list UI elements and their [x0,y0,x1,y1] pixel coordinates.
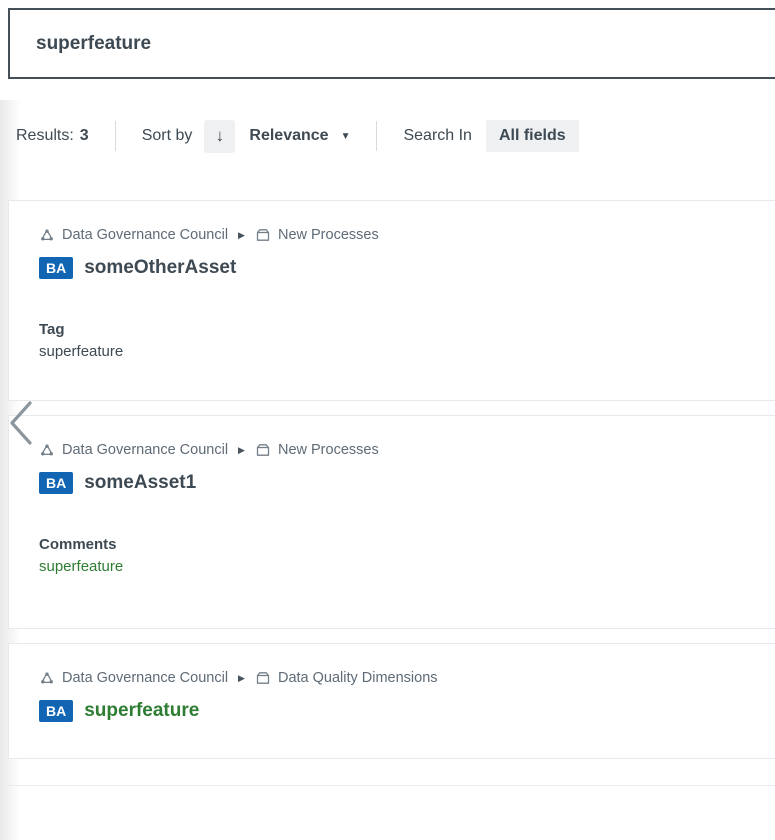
search-in-label: Search In [403,127,471,145]
sort-group: Sort by ↓ Relevance ▼ [142,120,351,153]
chevron-left-icon [6,400,36,446]
breadcrumb-arrow-icon: ▶ [238,445,245,456]
next-card-top-border [8,785,775,786]
result-card: Data Governance Council ▶ Data Quality D… [8,643,775,759]
breadcrumb-community[interactable]: Data Governance Council [62,442,228,458]
breadcrumb-domain[interactable]: Data Quality Dimensions [278,670,438,686]
breadcrumb-domain[interactable]: New Processes [278,227,379,243]
breadcrumb: Data Governance Council ▶ New Processes [39,227,775,243]
collapse-panel-button[interactable] [6,399,36,447]
field-label: Tag [39,319,775,341]
field-value: superfeature [39,341,775,363]
matched-field: Tag superfeature [39,319,775,363]
sort-order-button[interactable]: ↓ [204,120,235,153]
search-in-fields-button[interactable]: All fields [486,120,579,152]
arrow-down-icon: ↓ [216,126,225,146]
matched-field: Comments superfeature [39,534,775,578]
result-card: Data Governance Council ▶ New Processes … [8,200,775,401]
breadcrumb-community[interactable]: Data Governance Council [62,227,228,243]
asset-type-badge[interactable]: BA [39,257,73,279]
community-icon [39,442,55,458]
breadcrumb-community[interactable]: Data Governance Council [62,670,228,686]
sort-field-value: Relevance [249,127,328,145]
result-card: Data Governance Council ▶ New Processes … [8,415,775,629]
toolbar-divider [376,121,377,151]
search-results-page: Results: 3 Sort by ↓ Relevance ▼ Search … [0,0,775,840]
sort-by-label: Sort by [142,127,193,145]
results-toolbar: Results: 3 Sort by ↓ Relevance ▼ Search … [16,118,579,154]
asset-title-link[interactable]: someOtherAsset [84,257,236,279]
asset-type-badge[interactable]: BA [39,472,73,494]
results-count-group: Results: 3 [16,127,89,145]
community-icon [39,670,55,686]
domain-icon [255,442,271,458]
field-value-highlighted: superfeature [39,556,775,578]
breadcrumb-arrow-icon: ▶ [238,673,245,684]
search-in-group: Search In All fields [403,120,578,152]
asset-type-badge[interactable]: BA [39,700,73,722]
domain-icon [255,670,271,686]
breadcrumb: Data Governance Council ▶ New Processes [39,442,775,458]
asset-title-link[interactable]: someAsset1 [84,472,196,494]
field-label: Comments [39,534,775,556]
asset-title-row: BA superfeature [39,700,775,722]
sort-field-dropdown[interactable]: Relevance ▼ [249,127,350,145]
toolbar-divider [115,121,116,151]
breadcrumb: Data Governance Council ▶ Data Quality D… [39,670,775,686]
asset-title-row: BA someOtherAsset [39,257,775,279]
asset-title-link-highlighted[interactable]: superfeature [84,700,199,722]
breadcrumb-arrow-icon: ▶ [238,230,245,241]
results-label: Results: [16,127,74,145]
caret-down-icon: ▼ [341,131,351,142]
results-count: 3 [80,127,89,145]
community-icon [39,227,55,243]
breadcrumb-domain[interactable]: New Processes [278,442,379,458]
asset-title-row: BA someAsset1 [39,472,775,494]
domain-icon [255,227,271,243]
search-input[interactable] [8,8,775,79]
